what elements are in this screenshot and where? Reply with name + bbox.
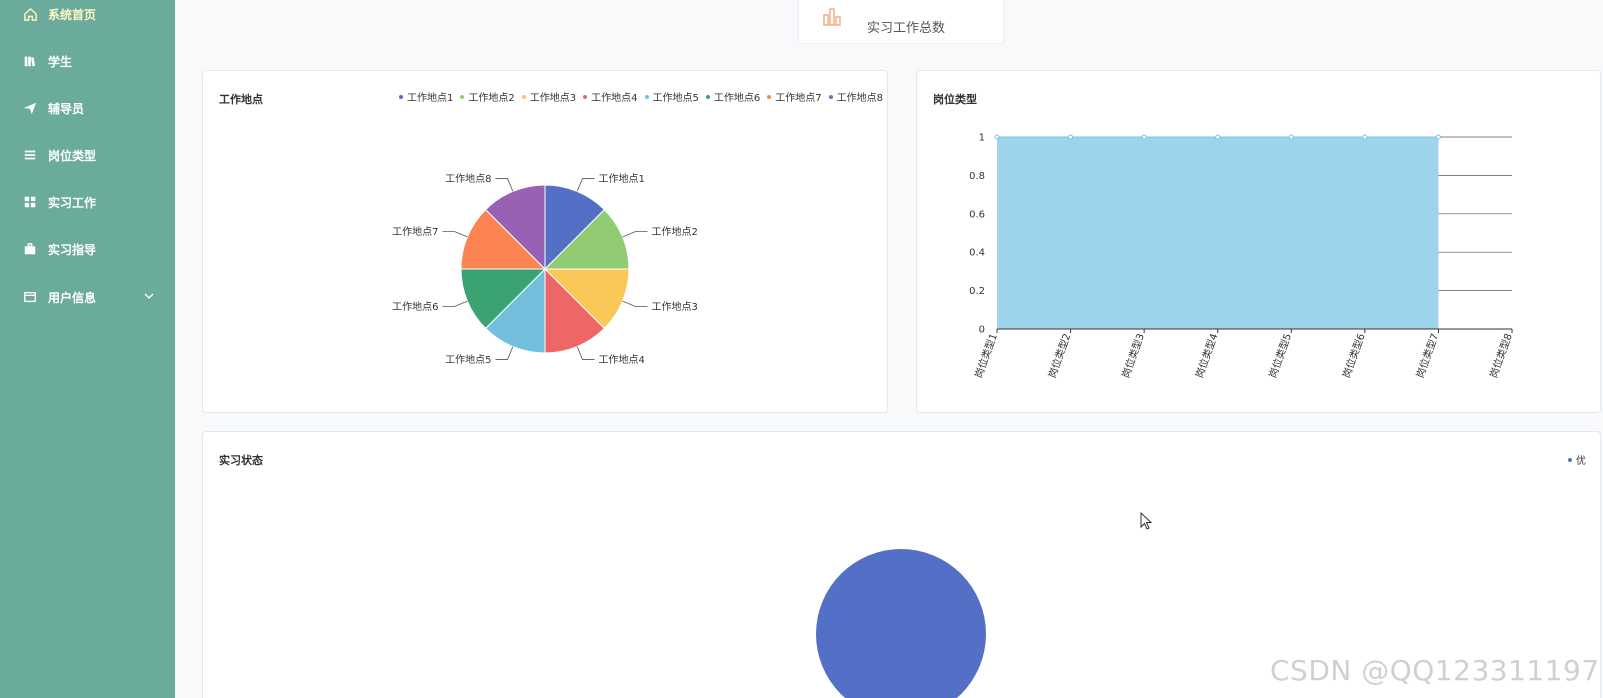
- label-line: [495, 178, 514, 192]
- data-point[interactable]: [1141, 134, 1147, 140]
- sidebar-item-internship-guide[interactable]: 实习指导: [0, 225, 175, 273]
- data-point[interactable]: [1362, 134, 1368, 140]
- label-line: [495, 346, 514, 360]
- x-tick-label: 岗位类型6: [1340, 332, 1368, 380]
- stat-label: 实习工作总数: [867, 21, 946, 36]
- bar-chart-icon: [821, 5, 843, 27]
- pie-slice[interactable]: [816, 549, 986, 698]
- sidebar-item-label: 辅导员: [48, 101, 85, 116]
- label-line: [622, 300, 648, 307]
- x-tick-label: 岗位类型4: [1192, 332, 1220, 380]
- sidebar: 系统首页 学生 辅导员 岗位类型 实习工作 实习指导 用户信息: [0, 0, 175, 698]
- y-tick-label: 0.6: [969, 209, 985, 220]
- slice-label: 工作地点3: [652, 300, 698, 313]
- label-line: [576, 346, 595, 360]
- label-line: [442, 231, 468, 238]
- window-icon: [22, 289, 38, 305]
- label-line: [576, 178, 595, 192]
- x-tick-label: 岗位类型3: [1119, 332, 1147, 380]
- sidebar-item-job-type[interactable]: 岗位类型: [0, 131, 175, 179]
- sidebar-item-user-info[interactable]: 用户信息: [0, 273, 175, 321]
- x-tick-label: 岗位类型7: [1413, 332, 1441, 380]
- y-tick-label: 0.8: [969, 171, 985, 182]
- cursor-icon: [1140, 511, 1153, 534]
- slice-label: 工作地点7: [392, 225, 438, 238]
- location-pie-chart: 工作地点1 工作地点2 工作地点3 工作地点4 工作地点5 工作地点6 工作地点7 工作地点8: [392, 172, 698, 366]
- data-point[interactable]: [1435, 134, 1441, 140]
- grid-icon: [22, 194, 38, 210]
- sidebar-item-label: 学生: [48, 54, 73, 69]
- y-tick-label: 0.4: [969, 248, 985, 259]
- home-icon: [22, 6, 38, 22]
- y-tick-label: 1: [979, 133, 985, 144]
- area-fill: [997, 137, 1439, 329]
- y-tick-label: 0.2: [969, 286, 985, 297]
- data-point[interactable]: [994, 134, 1000, 140]
- job-type-chart-panel: 岗位类型 0 0.2 0.4 0.6 0.8 1 岗位类型1 岗位类型2 岗位类型3 岗位类型4 岗…: [916, 70, 1601, 413]
- data-point[interactable]: [1288, 134, 1294, 140]
- label-line: [442, 300, 468, 307]
- slice-label: 工作地点4: [599, 353, 645, 366]
- x-tick-label: 岗位类型1: [972, 332, 1000, 380]
- sidebar-item-home[interactable]: 系统首页: [0, 0, 175, 38]
- data-point[interactable]: [1068, 134, 1074, 140]
- slice-label: 工作地点5: [445, 353, 491, 366]
- data-point[interactable]: [1215, 134, 1221, 140]
- sidebar-item-label: 用户信息: [48, 290, 97, 305]
- sidebar-item-label: 实习指导: [48, 242, 97, 257]
- x-tick-label: 岗位类型5: [1266, 332, 1294, 380]
- x-tick-label: 岗位类型2: [1045, 332, 1073, 380]
- sidebar-item-label: 实习工作: [48, 195, 97, 210]
- slice-label: 工作地点6: [392, 300, 438, 313]
- sidebar-item-label: 系统首页: [48, 7, 97, 22]
- bookshelf-icon: [22, 53, 38, 69]
- label-line: [622, 231, 648, 238]
- watermark: CSDN @QQ123311197: [1270, 654, 1600, 687]
- chevron-down-icon[interactable]: [143, 290, 155, 302]
- sidebar-item-label: 岗位类型: [48, 148, 97, 163]
- job-type-area-chart: 0 0.2 0.4 0.6 0.8 1 岗位类型1 岗位类型2 岗位类型3 岗位类型4 岗位类型5 岗…: [969, 133, 1515, 380]
- y-tick-label: 0: [979, 325, 985, 336]
- slice-label: 工作地点2: [652, 225, 698, 238]
- sidebar-item-counselor[interactable]: 辅导员: [0, 84, 175, 132]
- stat-card-internship-total: 实习工作总数: [798, 0, 1004, 44]
- list-icon: [22, 147, 38, 163]
- x-tick-label: 岗位类型8: [1487, 332, 1515, 380]
- briefcase-icon: [22, 241, 38, 257]
- sidebar-item-internship-work[interactable]: 实习工作: [0, 178, 175, 226]
- slice-label: 工作地点1: [599, 172, 645, 185]
- slice-label: 工作地点8: [445, 172, 491, 185]
- paper-plane-icon: [22, 100, 38, 116]
- location-chart-panel: 工作地点 工作地点1 工作地点2 工作地点3 工作地点4 工作地点5 工作地点6 工作地点7…: [202, 70, 888, 413]
- sidebar-item-students[interactable]: 学生: [0, 37, 175, 85]
